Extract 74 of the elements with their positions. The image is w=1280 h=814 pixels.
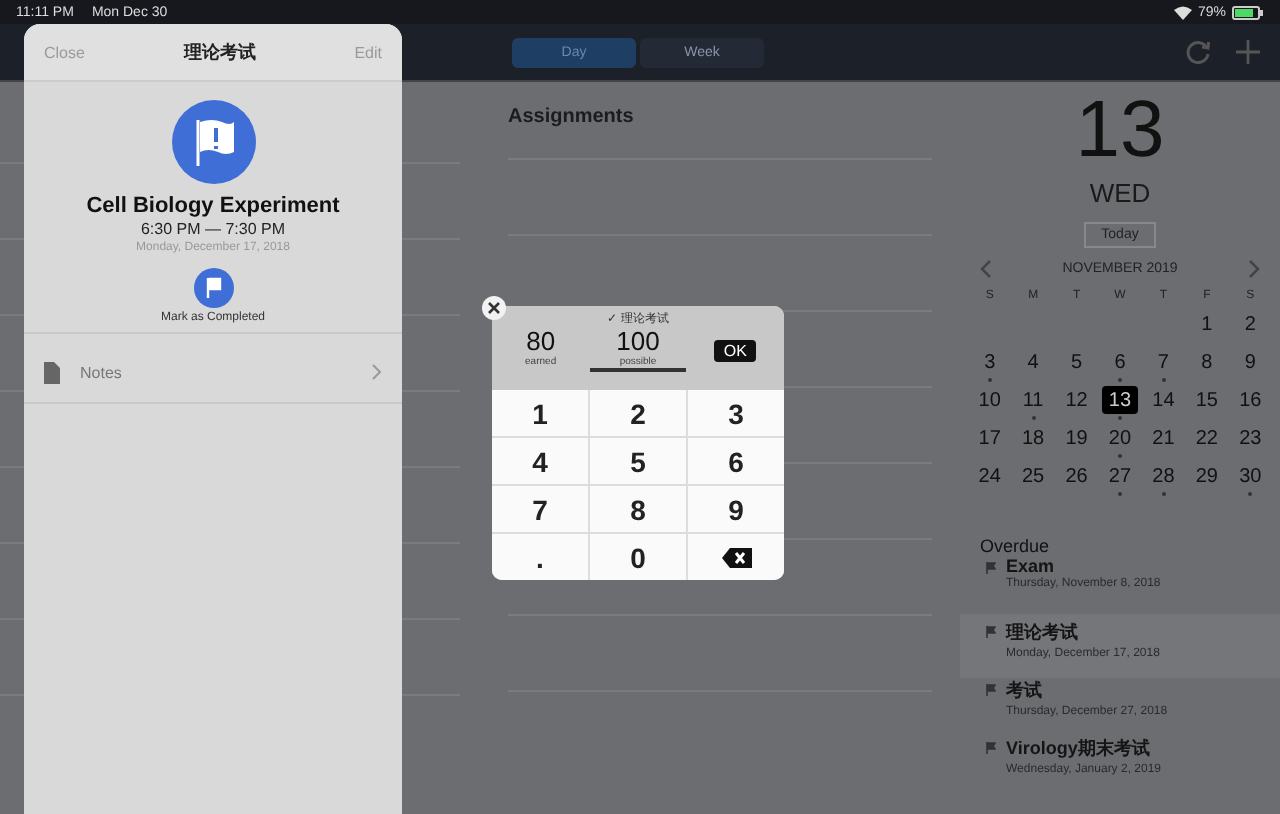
previous-month-icon[interactable] — [980, 260, 992, 278]
overdue-title: 考试 — [1006, 678, 1044, 704]
calendar-day[interactable]: 2 — [1232, 310, 1269, 338]
event-time: 6:30 PM — 7:30 PM — [140, 220, 286, 238]
edit-button[interactable]: Edit — [354, 43, 382, 61]
day-number: 13 — [1075, 86, 1165, 174]
keypad-key[interactable]: 5 — [590, 438, 686, 484]
calendar-day[interactable]: 12 — [1058, 386, 1095, 414]
complete-flag-icon[interactable] — [193, 268, 233, 308]
chevron-icon — [372, 364, 382, 380]
calendar-day[interactable]: 8 — [1188, 348, 1225, 376]
calendar-day[interactable]: 30 — [1232, 462, 1269, 490]
calendar-day[interactable]: 14 — [1145, 386, 1182, 414]
backspace-icon — [721, 547, 751, 567]
calendar-day[interactable]: 24 — [971, 462, 1008, 490]
flag-icon — [986, 562, 996, 574]
calendar-day[interactable]: 1 — [1188, 310, 1225, 338]
battery-icon — [1232, 5, 1264, 19]
next-month-icon[interactable] — [1248, 260, 1260, 278]
backspace-key[interactable] — [688, 534, 784, 580]
calendar-day[interactable]: 4 — [1015, 348, 1052, 376]
ok-button[interactable]: OK — [713, 339, 757, 361]
keypad-key[interactable]: 4 — [492, 438, 588, 484]
calendar-day[interactable]: 29 — [1188, 462, 1225, 490]
notes-row[interactable]: Notes — [24, 342, 402, 404]
overdue-heading: Overdue — [980, 538, 1050, 556]
calendar-day[interactable]: 16 — [1232, 386, 1269, 414]
calendar-day[interactable]: 23 — [1232, 424, 1269, 452]
calendar-day[interactable]: 9 — [1232, 348, 1269, 376]
calendar-day[interactable]: 20 — [1101, 424, 1138, 452]
keypad-key[interactable]: . — [492, 534, 588, 580]
calendar-day[interactable]: 17 — [971, 424, 1008, 452]
overdue-title: Exam — [1006, 556, 1057, 576]
flag-icon — [986, 684, 996, 696]
notes-label: Notes — [80, 363, 124, 381]
assignments-heading: Assignments — [508, 106, 636, 128]
wifi-icon — [1173, 5, 1192, 19]
calendar-day[interactable]: 15 — [1188, 386, 1225, 414]
flag-icon — [171, 100, 255, 184]
flag-icon — [986, 626, 996, 638]
calendar-day[interactable]: 22 — [1188, 424, 1225, 452]
overdue-title: 理论考试 — [1006, 620, 1080, 646]
keypad-key[interactable]: 9 — [688, 486, 784, 532]
calendar-day[interactable]: 25 — [1015, 462, 1052, 490]
keypad-key[interactable]: 2 — [590, 390, 686, 436]
calendar-day[interactable]: 21 — [1145, 424, 1182, 452]
keypad-key[interactable]: 8 — [590, 486, 686, 532]
close-button[interactable]: Close — [44, 43, 85, 61]
calendar-day[interactable]: 18 — [1015, 424, 1052, 452]
calendar-day[interactable]: 7 — [1145, 348, 1182, 376]
calendar-day[interactable]: 10 — [971, 386, 1008, 414]
close-icon[interactable] — [482, 296, 506, 320]
overdue-title: Virology期末考试 — [1006, 736, 1152, 762]
keypad-key[interactable]: 0 — [590, 534, 686, 580]
sheet-title: 理论考试 — [183, 39, 256, 65]
keypad-key[interactable]: 6 — [688, 438, 784, 484]
calendar-day[interactable]: 3 — [971, 348, 1008, 376]
plus-icon[interactable] — [1236, 40, 1260, 64]
refresh-icon[interactable] — [1184, 38, 1212, 66]
calendar-day[interactable]: 5 — [1058, 348, 1095, 376]
flag-icon — [986, 742, 996, 754]
calendar-day[interactable]: 11 — [1015, 386, 1052, 414]
calendar-day[interactable]: 26 — [1058, 462, 1095, 490]
document-icon — [44, 361, 60, 383]
keypad-key[interactable]: 3 — [688, 390, 784, 436]
calendar-day[interactable]: 19 — [1058, 424, 1095, 452]
calendar-day[interactable]: 28 — [1145, 462, 1182, 490]
calendar-day[interactable]: 6 — [1101, 348, 1138, 376]
keypad-key[interactable]: 7 — [492, 486, 588, 532]
keypad-key[interactable]: 1 — [492, 390, 588, 436]
weekday-label: WED — [1089, 178, 1151, 208]
calendar-day[interactable]: 13 — [1101, 386, 1138, 414]
event-title: Cell Biology Experiment — [86, 194, 340, 218]
calendar-day[interactable]: 27 — [1101, 462, 1138, 490]
